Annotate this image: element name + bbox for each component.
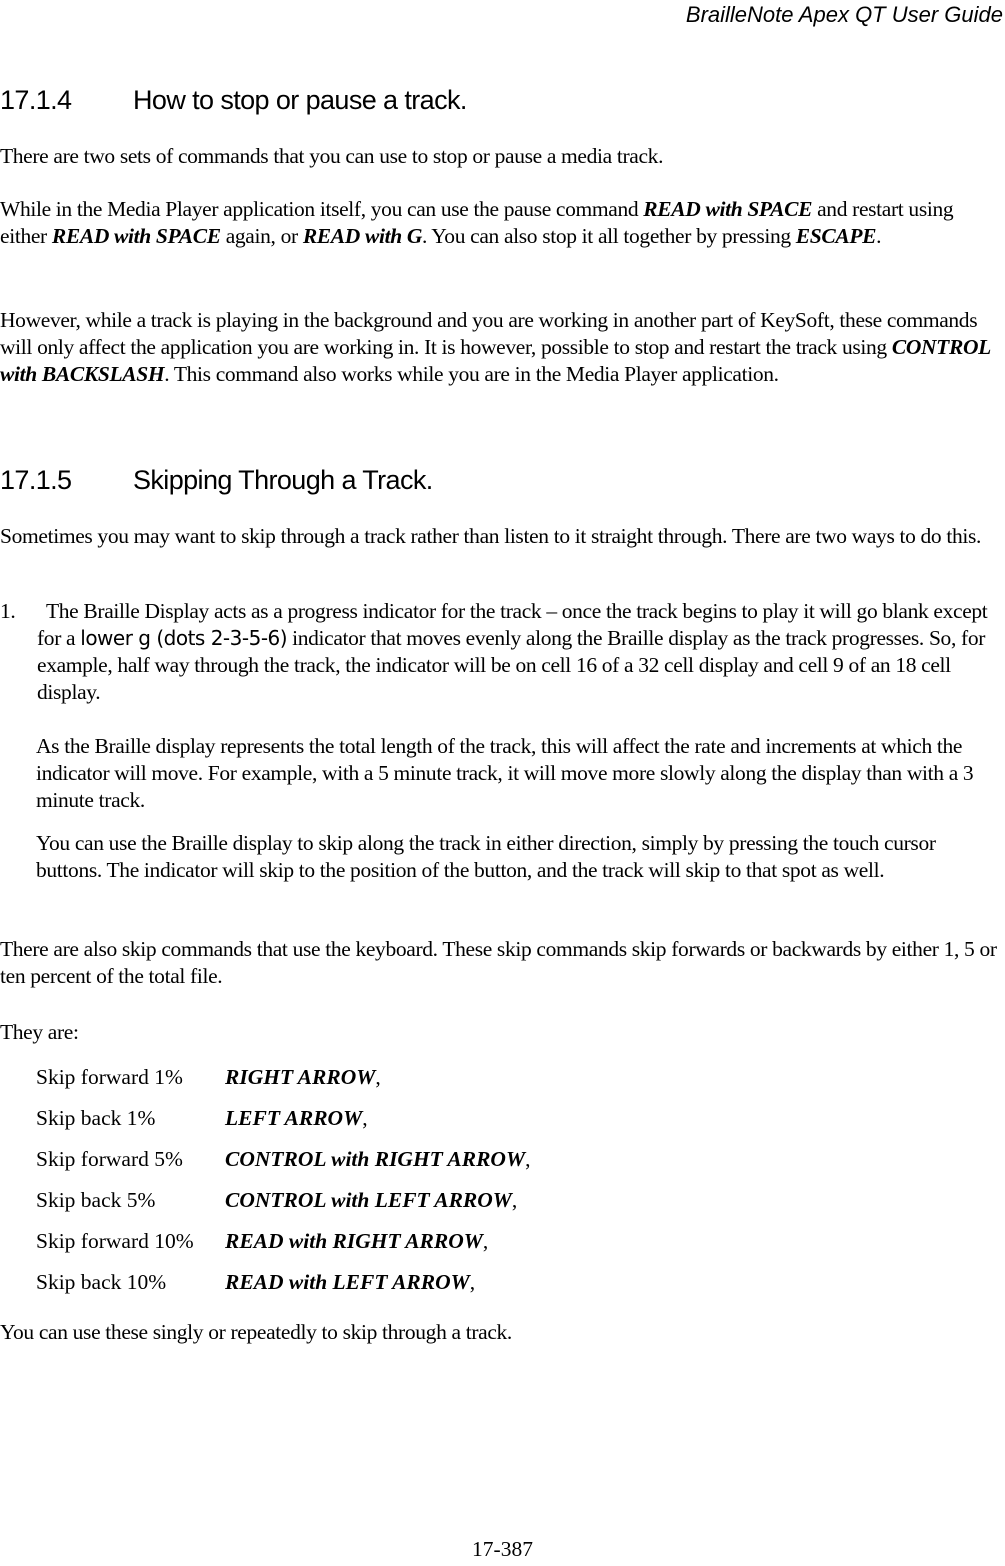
skip-commands-list: Skip forward 1% RIGHT ARROW, Skip back 1%… bbox=[36, 1064, 530, 1310]
command-action: Skip back 5% bbox=[36, 1188, 156, 1212]
separator: , bbox=[362, 1106, 368, 1130]
section-heading-17-1-4: 17.1.4 How to stop or pause a track. bbox=[0, 84, 467, 116]
indented-paragraph: As the Braille display represents the to… bbox=[36, 734, 974, 812]
paragraph: However, while a track is playing in the… bbox=[0, 307, 1001, 388]
section-number: 17.1.5 bbox=[0, 465, 72, 495]
paragraph: While in the Media Player application it… bbox=[0, 196, 1001, 250]
list-item-text: The Braille Display acts as a progress i… bbox=[0, 598, 1003, 706]
running-header: BrailleNote Apex QT User Guide bbox=[685, 2, 1003, 27]
text: . This command also works while you are … bbox=[164, 362, 779, 386]
separator: , bbox=[375, 1065, 381, 1089]
command-row: Skip back 10% READ with LEFT ARROW, bbox=[36, 1269, 530, 1310]
command-row: Skip back 5% CONTROL with LEFT ARROW, bbox=[36, 1187, 530, 1228]
command-row: Skip forward 10% READ with RIGHT ARROW, bbox=[36, 1228, 530, 1269]
braille-indicator-reference: lower g (dots 2-3-5-6) bbox=[80, 626, 288, 650]
text: While in the Media Player application it… bbox=[0, 197, 644, 221]
command-keys: READ with SPACE bbox=[643, 197, 813, 221]
paragraph: They are: bbox=[0, 1020, 79, 1044]
command-action: Skip forward 10% bbox=[36, 1229, 194, 1253]
command-action: Skip back 1% bbox=[36, 1106, 156, 1130]
command-action: Skip forward 5% bbox=[36, 1147, 183, 1171]
text: . You can also stop it all together by p… bbox=[422, 224, 796, 248]
command-keys: CONTROL with RIGHT ARROW bbox=[225, 1147, 526, 1171]
list-marker: 1. bbox=[0, 599, 16, 623]
page-number: 17-387 bbox=[472, 1537, 533, 1561]
list-item: 1. The Braille Display acts as a progres… bbox=[0, 598, 1003, 706]
section-title: How to stop or pause a track. bbox=[133, 85, 467, 115]
command-keys: READ with LEFT ARROW bbox=[225, 1270, 470, 1294]
separator: , bbox=[525, 1147, 531, 1171]
text: . bbox=[876, 224, 882, 248]
paragraph: There are also skip commands that use th… bbox=[0, 937, 997, 988]
separator: , bbox=[469, 1270, 476, 1294]
paragraph: There are two sets of commands that you … bbox=[0, 144, 664, 168]
separator: , bbox=[482, 1229, 489, 1253]
section-number: 17.1.4 bbox=[0, 85, 72, 115]
command-row: Skip forward 1% RIGHT ARROW, bbox=[36, 1064, 530, 1105]
command-row: Skip forward 5% CONTROL with RIGHT ARROW, bbox=[36, 1146, 530, 1187]
paragraph: Sometimes you may want to skip through a… bbox=[0, 524, 982, 548]
command-keys: CONTROL with LEFT ARROW bbox=[225, 1188, 512, 1212]
command-action: Skip forward 1% bbox=[36, 1065, 183, 1089]
command-row: Skip back 1% LEFT ARROW, bbox=[36, 1105, 530, 1146]
command-keys: READ with SPACE bbox=[51, 224, 221, 248]
separator: , bbox=[511, 1188, 518, 1212]
paragraph: You can use these singly or repeatedly t… bbox=[0, 1320, 512, 1344]
command-keys: LEFT ARROW bbox=[225, 1106, 363, 1130]
section-title: Skipping Through a Track. bbox=[133, 465, 433, 495]
indented-paragraph: You can use the Braille display to skip … bbox=[36, 831, 936, 882]
command-action: Skip back 10% bbox=[36, 1270, 167, 1294]
command-keys: READ with RIGHT ARROW bbox=[225, 1229, 483, 1253]
text: However, while a track is playing in the… bbox=[0, 308, 978, 359]
command-keys: RIGHT ARROW bbox=[225, 1065, 376, 1089]
command-keys: READ with G bbox=[302, 224, 423, 248]
command-keys: ESCAPE bbox=[795, 224, 877, 248]
section-heading-17-1-5: 17.1.5 Skipping Through a Track. bbox=[0, 464, 433, 496]
text: again, or bbox=[220, 224, 303, 248]
